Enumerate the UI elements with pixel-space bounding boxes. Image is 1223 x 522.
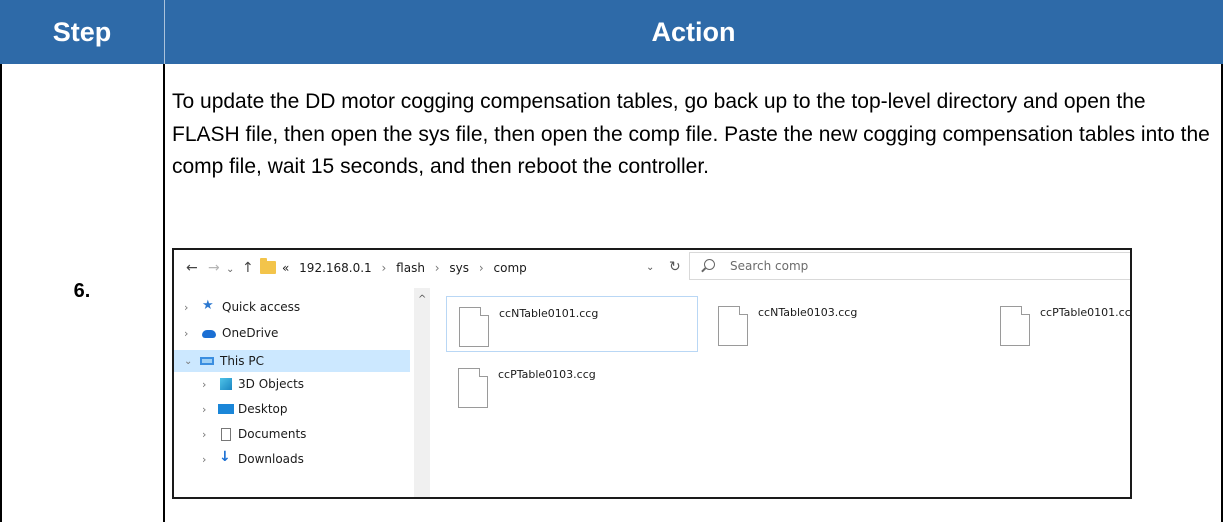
file-icon <box>458 368 488 408</box>
file-icon <box>1000 306 1030 346</box>
file-name: ccPTable0101.ccg <box>1040 306 1132 319</box>
header-action: Action <box>164 0 1223 64</box>
file-item[interactable]: ccNTable0103.ccg <box>706 296 956 352</box>
nav-item-label: Desktop <box>238 402 288 416</box>
back-arrow-icon[interactable]: ← <box>186 261 198 275</box>
file-item[interactable]: ccPTable0103.ccg <box>446 358 698 414</box>
nav-item-3d-objects[interactable]: › 3D Objects <box>174 373 410 395</box>
recent-locations-chevron-icon[interactable]: ⌄ <box>226 263 234 277</box>
chevron-right-icon: › <box>478 261 484 275</box>
file-icon <box>718 306 748 346</box>
file-name: ccPTable0103.ccg <box>498 368 596 381</box>
navigation-pane: › ★ Quick access › OneDrive ⌄ This PC › … <box>174 288 414 497</box>
download-icon: ↓ <box>219 449 231 465</box>
navigation-scrollbar[interactable]: ^ <box>414 288 430 497</box>
nav-item-quick-access[interactable]: › ★ Quick access <box>174 296 410 318</box>
search-icon <box>704 259 715 270</box>
file-item[interactable]: ccPTable0101.ccg <box>988 296 1132 352</box>
chevron-right-icon[interactable]: › <box>202 453 206 466</box>
search-box[interactable] <box>689 252 1130 280</box>
header-divider <box>164 0 165 64</box>
nav-item-label: Downloads <box>238 452 304 466</box>
nav-item-onedrive[interactable]: › OneDrive <box>174 322 410 344</box>
nav-item-label: Quick access <box>222 300 301 314</box>
breadcrumb-item[interactable]: flash <box>396 261 425 275</box>
nav-item-label: 3D Objects <box>238 377 305 391</box>
file-list: ccNTable0101.ccg ccNTable0103.ccg ccPTab… <box>430 288 1132 497</box>
breadcrumb-item[interactable]: sys <box>449 261 469 275</box>
chevron-right-icon: › <box>434 261 440 275</box>
search-input[interactable] <box>730 257 1110 275</box>
chevron-right-icon[interactable]: › <box>202 428 206 441</box>
instruction-table: Step Action 6. To update the DD motor co… <box>0 0 1223 522</box>
chevron-down-icon[interactable]: ⌄ <box>646 262 654 273</box>
instruction-text: To update the DD motor cogging compensat… <box>172 90 1210 178</box>
file-icon <box>459 307 489 347</box>
step-number: 6. <box>73 280 91 302</box>
file-name: ccNTable0101.ccg <box>499 307 599 320</box>
forward-arrow-icon[interactable]: → <box>208 261 220 275</box>
chevron-right-icon[interactable]: › <box>202 378 206 391</box>
nav-item-desktop[interactable]: › Desktop <box>174 398 410 420</box>
nav-item-label: OneDrive <box>222 326 279 340</box>
nav-item-documents[interactable]: › Documents <box>174 423 410 445</box>
breadcrumb-item[interactable]: 192.168.0.1 <box>299 261 372 275</box>
chevron-right-icon[interactable]: › <box>184 327 188 340</box>
file-item[interactable]: ccNTable0101.ccg <box>446 296 698 352</box>
refresh-icon[interactable]: ↻ <box>669 259 681 275</box>
chevron-right-icon[interactable]: › <box>202 403 206 416</box>
nav-item-label: Documents <box>238 427 307 441</box>
folder-icon <box>260 258 276 274</box>
file-explorer-screenshot: ← → ⌄ ↑ « 192.168.0.1 › flash › sys › co… <box>172 248 1132 499</box>
chevron-right-icon: › <box>381 261 387 275</box>
header-step: Step <box>0 0 164 64</box>
cube-icon <box>220 378 232 390</box>
breadcrumb-item[interactable]: comp <box>494 261 527 275</box>
file-name: ccNTable0103.ccg <box>758 306 858 319</box>
scroll-up-icon[interactable]: ^ <box>418 294 426 305</box>
breadcrumb-overflow[interactable]: « <box>282 261 289 275</box>
nav-item-this-pc[interactable]: ⌄ This PC <box>174 350 410 372</box>
chevron-down-icon[interactable]: ⌄ <box>184 356 192 367</box>
chevron-right-icon[interactable]: › <box>184 301 188 314</box>
address-bar: ← → ⌄ ↑ « 192.168.0.1 › flash › sys › co… <box>174 250 1130 288</box>
up-arrow-icon[interactable]: ↑ <box>242 261 254 275</box>
cloud-icon <box>202 330 216 338</box>
computer-icon <box>200 357 214 365</box>
desktop-icon <box>218 404 234 414</box>
star-icon: ★ <box>202 298 214 313</box>
nav-item-downloads[interactable]: › ↓ Downloads <box>174 448 410 470</box>
document-icon <box>221 428 231 441</box>
breadcrumb[interactable]: « 192.168.0.1 › flash › sys › comp <box>282 261 527 275</box>
nav-item-label: This PC <box>220 354 264 368</box>
